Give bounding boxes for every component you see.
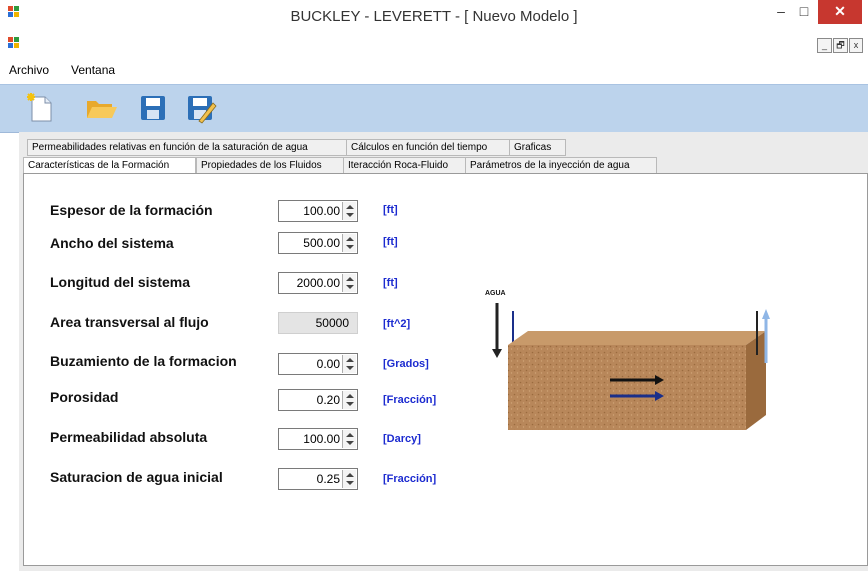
- spin-buttons[interactable]: [342, 274, 356, 292]
- minimize-button[interactable]: –: [771, 0, 791, 24]
- field-unit: [Fracción]: [383, 473, 437, 485]
- new-file-icon[interactable]: [23, 91, 57, 125]
- spin-buttons[interactable]: [342, 234, 356, 252]
- spin-buttons[interactable]: [342, 430, 356, 448]
- field-label: Permeabilidad absoluta: [50, 429, 208, 445]
- rock-front-face: [508, 345, 746, 430]
- buzamiento-input[interactable]: 0.00: [278, 353, 358, 375]
- water-label: AGUA: [485, 290, 506, 297]
- toolbar: [0, 84, 868, 133]
- field-label: Espesor de la formación: [50, 202, 213, 218]
- rock-top-face: [508, 331, 766, 345]
- menu-bar: Archivo Ventana: [0, 58, 868, 84]
- tab-iteraccion-roca-fluido[interactable]: Iteracción Roca-Fluido: [343, 157, 466, 174]
- close-button[interactable]: ✕: [818, 0, 862, 24]
- child-minimize-button[interactable]: _: [817, 38, 832, 53]
- window-title: BUCKLEY - LEVERETT - [ Nuevo Modelo ]: [290, 8, 578, 25]
- spin-buttons[interactable]: [342, 355, 356, 373]
- tab-parametros-inyeccion[interactable]: Parámetros de la inyección de agua: [465, 157, 657, 174]
- child-close-button[interactable]: x: [849, 38, 863, 53]
- field-label: Longitud del sistema: [50, 274, 191, 290]
- tab-propiedades-fluidos[interactable]: Propiedades de los Fluidos: [196, 157, 344, 174]
- field-label: Ancho del sistema: [50, 235, 174, 251]
- spin-buttons[interactable]: [342, 391, 356, 409]
- tab-caracteristicas-formacion[interactable]: Características de la Formación: [23, 157, 196, 174]
- field-label: Buzamiento de la formacion: [50, 353, 237, 369]
- field-unit: [Darcy]: [383, 433, 421, 445]
- child-restore-button[interactable]: 🗗: [833, 38, 848, 53]
- title-bar: BUCKLEY - LEVERETT - [ Nuevo Modelo ] – …: [0, 0, 868, 32]
- longitud-input[interactable]: 2000.00: [278, 272, 358, 294]
- maximize-button[interactable]: □: [793, 0, 815, 24]
- tab-graficas[interactable]: Graficas: [509, 139, 566, 156]
- field-unit: [ft]: [383, 236, 398, 248]
- field-unit: [Grados]: [383, 358, 429, 370]
- ancho-input[interactable]: 500.00: [278, 232, 358, 254]
- save-as-icon[interactable]: [183, 91, 217, 125]
- menu-archivo[interactable]: Archivo: [9, 63, 49, 77]
- field-label: Porosidad: [50, 389, 119, 405]
- tab-permeabilidades-relativas[interactable]: Permeabilidades relativas en función de …: [27, 139, 347, 156]
- porosidad-input[interactable]: 0.20: [278, 389, 358, 411]
- water-injection-arrow-head: [492, 349, 502, 358]
- production-arrow-head: [762, 309, 770, 319]
- field-label: Area transversal al flujo: [50, 314, 209, 330]
- mdi-child-bar: _ 🗗 x: [0, 32, 868, 58]
- child-window-icon: [8, 37, 20, 49]
- spin-buttons[interactable]: [342, 202, 356, 220]
- area-transversal-output: 50000: [278, 312, 358, 334]
- field-unit: [ft]: [383, 277, 398, 289]
- permeabilidad-input[interactable]: 100.00: [278, 428, 358, 450]
- espesor-input[interactable]: 100.00: [278, 200, 358, 222]
- field-unit: [ft^2]: [383, 318, 411, 330]
- tab-calculos-tiempo[interactable]: Cálculos en función del tiempo: [346, 139, 510, 156]
- spin-buttons[interactable]: [342, 470, 356, 488]
- field-unit: [Fracción]: [383, 394, 437, 406]
- field-unit: [ft]: [383, 204, 398, 216]
- menu-ventana[interactable]: Ventana: [71, 63, 115, 77]
- reservoir-diagram: AGUA: [483, 285, 783, 465]
- open-folder-icon[interactable]: [84, 91, 118, 125]
- save-icon[interactable]: [136, 91, 170, 125]
- field-label: Saturacion de agua inicial: [50, 469, 223, 485]
- saturacion-input[interactable]: 0.25: [278, 468, 358, 490]
